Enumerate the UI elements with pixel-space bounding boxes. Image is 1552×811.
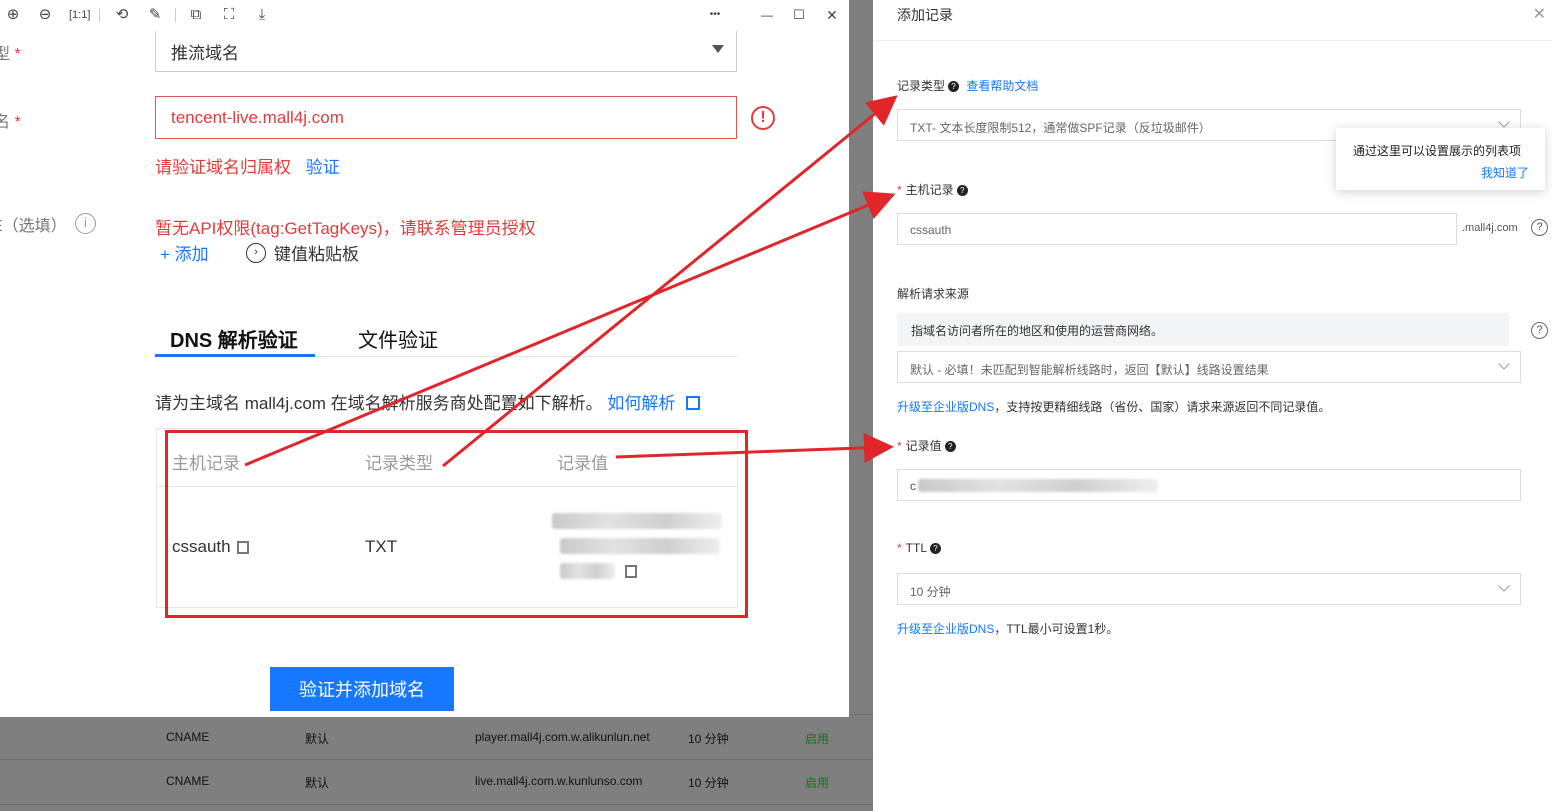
arrow-host-to-host-record [244,191,896,467]
arrow-value-to-record-value [615,432,894,463]
annotation-arrows [244,95,898,468]
arrow-type-to-record-type [442,95,898,468]
